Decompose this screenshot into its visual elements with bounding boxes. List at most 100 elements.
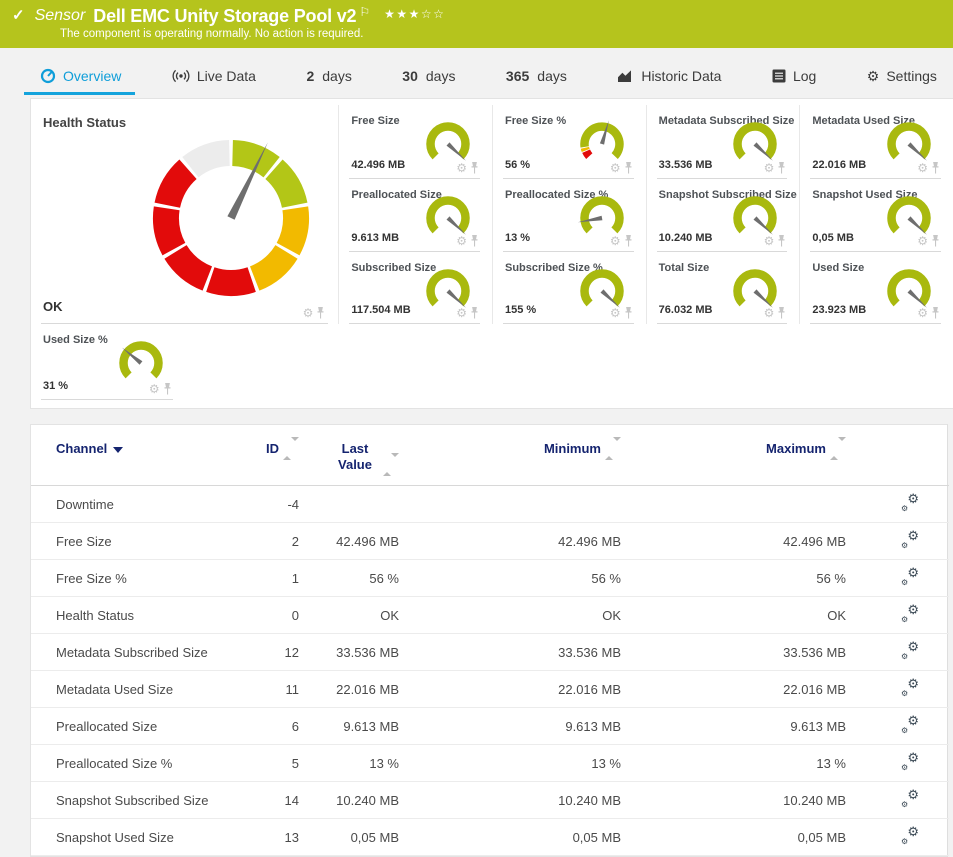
channel-last-value: 33.536 MB <box>299 634 399 671</box>
column-label[interactable]: ID <box>266 441 279 456</box>
gear-icon[interactable]: ⚙ <box>610 162 621 174</box>
edit-channel-icon[interactable]: ⚙⚙ <box>901 680 919 696</box>
gear-icon[interactable]: ⚙ <box>917 307 928 319</box>
edit-channel-icon[interactable]: ⚙⚙ <box>901 754 919 770</box>
tab-2-days[interactable]: 2days <box>306 68 351 98</box>
tile-actions: ⚙ <box>610 162 633 174</box>
column-header-last-value[interactable]: Last Value <box>299 425 399 486</box>
pin-icon[interactable] <box>777 162 786 174</box>
edit-channel-icon[interactable]: ⚙⚙ <box>901 495 919 511</box>
channel-maximum: 9.613 MB <box>621 708 846 745</box>
gear-icon: ⚙ <box>867 69 880 83</box>
gauge-title: Free Size <box>351 115 399 127</box>
edit-channel-icon[interactable]: ⚙⚙ <box>901 643 919 659</box>
channel-last-value: 56 % <box>299 560 399 597</box>
pin-icon[interactable] <box>624 307 633 319</box>
pin-icon[interactable] <box>931 235 940 247</box>
channel-maximum: 10.240 MB <box>621 782 846 819</box>
tab-label: days <box>537 68 567 84</box>
column-header-maximum[interactable]: Maximum <box>621 425 846 486</box>
edit-channel-icon[interactable]: ⚙⚙ <box>901 828 919 844</box>
gear-icon[interactable]: ⚙ <box>456 307 467 319</box>
pin-icon[interactable] <box>624 235 633 247</box>
column-label[interactable]: Channel <box>56 441 107 456</box>
pin-icon[interactable] <box>777 235 786 247</box>
gear-icon[interactable]: ⚙ <box>917 162 928 174</box>
status-message: The component is operating normally. No … <box>60 28 953 40</box>
pin-icon[interactable] <box>624 162 633 174</box>
channel-row: Metadata Used Size1122.016 MB22.016 MB22… <box>31 671 949 708</box>
gauge-tile: Snapshot Used Size0,05 MB⚙ <box>799 179 953 252</box>
pin-icon[interactable] <box>316 307 325 319</box>
channel-row: Free Size242.496 MB42.496 MB42.496 MB⚙⚙ <box>31 523 949 560</box>
gauge-tile: Subscribed Size117.504 MB⚙ <box>338 252 492 324</box>
gear-icon[interactable]: ⚙ <box>610 235 621 247</box>
tab-bar: Overview Live Data 2days 30days 365days Histo… <box>0 48 953 98</box>
tile-actions: ⚙ <box>764 235 787 247</box>
channel-last-value: 10.240 MB <box>299 782 399 819</box>
column-label[interactable]: Last Value <box>331 441 379 473</box>
channel-table-panel: ChannelIDLast ValueMinimumMaximumDowntim… <box>30 424 948 857</box>
gear-icon[interactable]: ⚙ <box>303 307 314 319</box>
gear-icon[interactable]: ⚙ <box>149 383 160 395</box>
channel-maximum: OK <box>621 597 846 634</box>
gear-icon[interactable]: ⚙ <box>764 162 775 174</box>
pin-icon[interactable] <box>470 162 479 174</box>
column-label[interactable]: Minimum <box>544 441 601 456</box>
channel-actions: ⚙⚙ <box>846 671 931 708</box>
channel-name: Metadata Subscribed Size <box>31 634 246 671</box>
channel-actions: ⚙⚙ <box>846 597 931 634</box>
tab-log[interactable]: Log <box>772 68 816 98</box>
sort-desc-icon[interactable] <box>113 447 123 453</box>
edit-channel-icon[interactable]: ⚙⚙ <box>901 606 919 622</box>
flag-icon[interactable]: ⚐ <box>359 1 370 23</box>
pin-icon[interactable] <box>163 383 172 395</box>
column-header-minimum[interactable]: Minimum <box>399 425 621 486</box>
gear-icon[interactable]: ⚙ <box>610 307 621 319</box>
gear-icon[interactable]: ⚙ <box>917 235 928 247</box>
channel-row: Health Status0OKOKOK⚙⚙ <box>31 597 949 634</box>
pin-icon[interactable] <box>931 162 940 174</box>
pin-icon[interactable] <box>931 307 940 319</box>
channel-id: 11 <box>246 671 299 708</box>
column-label[interactable]: Maximum <box>766 441 826 456</box>
tab-30-days[interactable]: 30days <box>402 68 455 98</box>
channel-actions: ⚙⚙ <box>846 486 931 523</box>
channel-id: -4 <box>246 486 299 523</box>
channel-maximum: 22.016 MB <box>621 671 846 708</box>
channel-minimum: 0,05 MB <box>399 819 621 856</box>
tile-actions: ⚙ <box>764 162 787 174</box>
tab-label: Overview <box>63 68 121 84</box>
sort-icon[interactable] <box>383 457 399 472</box>
column-header-id[interactable]: ID <box>246 425 299 486</box>
edit-channel-icon[interactable]: ⚙⚙ <box>901 791 919 807</box>
gauge-tile: Free Size %56 %⚙ <box>492 105 646 179</box>
channel-maximum: 0,05 MB <box>621 819 846 856</box>
gear-icon[interactable]: ⚙ <box>764 307 775 319</box>
tile-actions: ⚙ <box>610 307 633 319</box>
edit-channel-icon[interactable]: ⚙⚙ <box>901 717 919 733</box>
pin-icon[interactable] <box>470 307 479 319</box>
tab-live-data[interactable]: Live Data <box>172 68 256 98</box>
pin-icon[interactable] <box>777 307 786 319</box>
sort-icon[interactable] <box>830 441 846 456</box>
channel-last-value <box>299 486 399 523</box>
edit-channel-icon[interactable]: ⚙⚙ <box>901 569 919 585</box>
channel-id: 6 <box>246 708 299 745</box>
gauge-value: 13 % <box>505 232 530 244</box>
column-header-channel[interactable]: Channel <box>31 425 246 486</box>
gear-icon[interactable]: ⚙ <box>456 162 467 174</box>
sort-icon[interactable] <box>605 441 621 456</box>
tab-settings[interactable]: ⚙Settings <box>867 68 937 98</box>
tab-365-days[interactable]: 365days <box>506 68 567 98</box>
edit-channel-icon[interactable]: ⚙⚙ <box>901 532 919 548</box>
gear-icon[interactable]: ⚙ <box>764 235 775 247</box>
page-title: Dell EMC Unity Storage Pool v2 <box>93 5 356 27</box>
tab-overview[interactable]: Overview <box>40 68 121 98</box>
pin-icon[interactable] <box>470 235 479 247</box>
channel-minimum: 42.496 MB <box>399 523 621 560</box>
priority-stars[interactable]: ★★★☆☆ <box>384 3 445 25</box>
gear-icon[interactable]: ⚙ <box>456 235 467 247</box>
tab-historic-data[interactable]: Historic Data <box>617 68 721 98</box>
sort-icon[interactable] <box>283 441 299 456</box>
